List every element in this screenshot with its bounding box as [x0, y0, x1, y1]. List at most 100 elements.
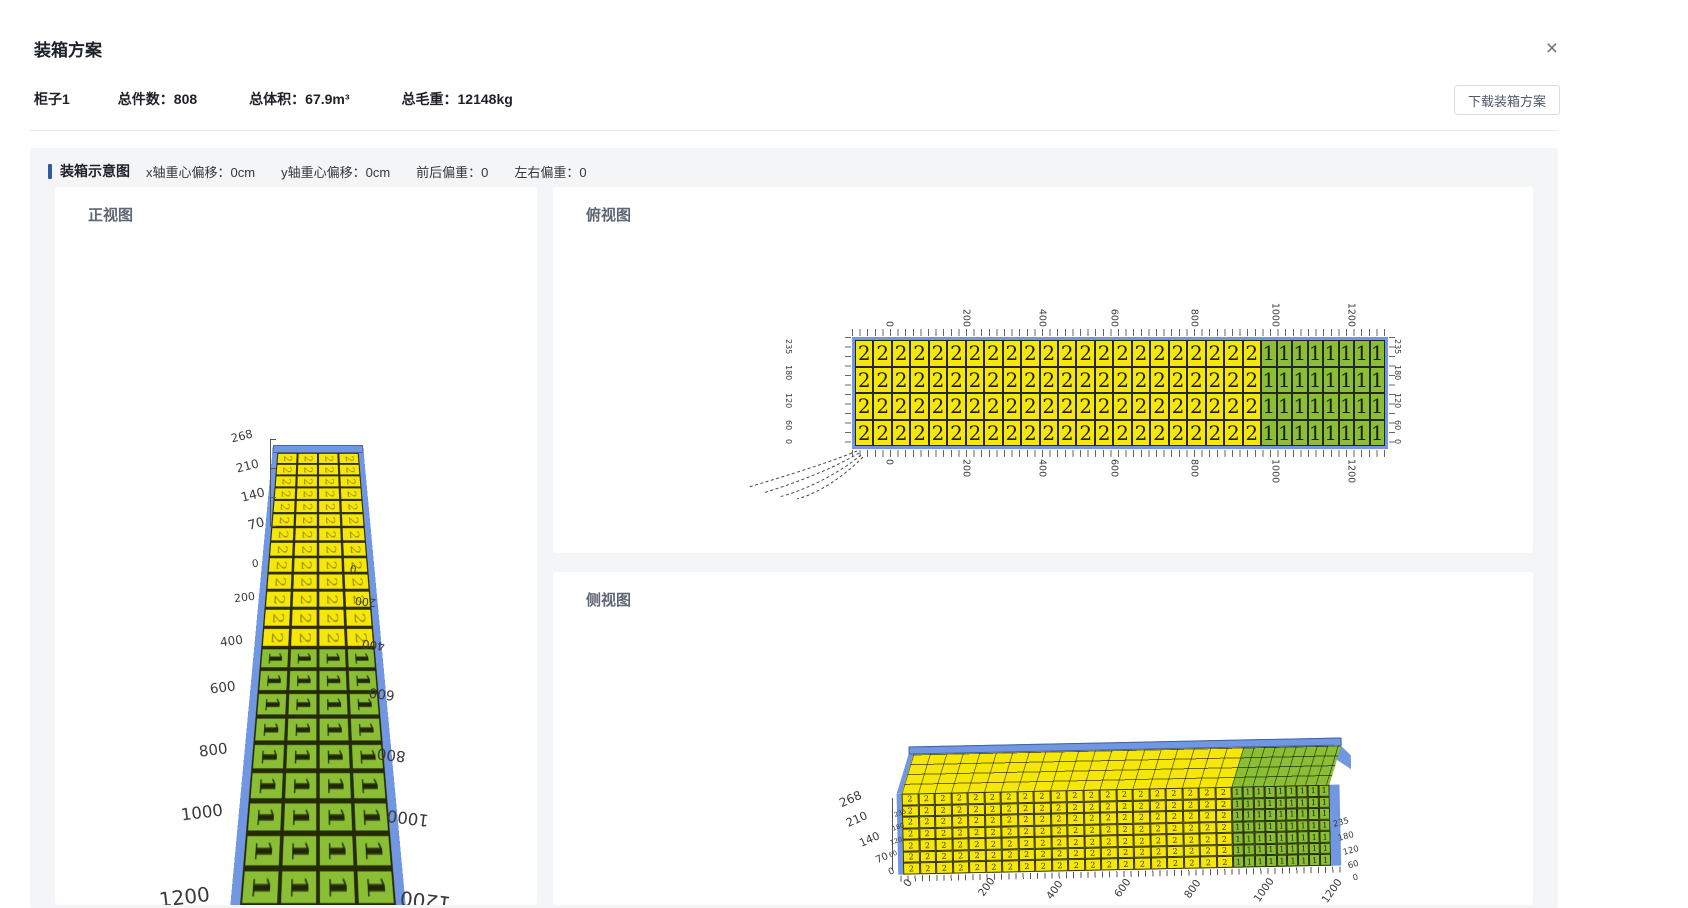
- box-cell: 2: [968, 827, 985, 839]
- box-cell: 2: [969, 850, 986, 862]
- box-cell: 2: [1021, 420, 1039, 447]
- box-cell: 1: [1254, 809, 1265, 821]
- axis-tick-label: 0: [884, 321, 894, 327]
- box-cell: 2: [1199, 833, 1216, 845]
- axis-tick-label: 0: [884, 459, 894, 465]
- box-cell: 1: [258, 669, 289, 692]
- summary-row: 柜子1 总件数：808 总体积：67.9m³ 总毛重：12148kg: [34, 89, 565, 109]
- box-cell: 2: [338, 453, 359, 464]
- axis-tick-label: 0: [784, 439, 792, 444]
- axis-tick-label: 600: [368, 684, 395, 701]
- box-cell: 2: [1040, 367, 1058, 394]
- axis-tick-label: 200: [354, 595, 376, 608]
- box-cell: 2: [290, 608, 318, 627]
- box-cell: 1: [1275, 797, 1286, 809]
- box-cell: 2: [1113, 420, 1131, 447]
- box-cell: 2: [1117, 812, 1134, 824]
- download-plan-button[interactable]: 下载装箱方案: [1454, 85, 1560, 115]
- box-cell: 1: [1261, 393, 1277, 420]
- box-cell: 1: [1243, 821, 1254, 833]
- box-cell: 1: [279, 868, 318, 905]
- axis-tick-label: 400: [361, 638, 385, 653]
- box-cell: 2: [1183, 845, 1200, 857]
- box-cell: 2: [318, 487, 340, 500]
- box-cell: 2: [318, 627, 346, 647]
- box-cell: 2: [1001, 826, 1018, 838]
- box-cell: 1: [1309, 843, 1320, 855]
- box-cell: 2: [1187, 420, 1205, 447]
- axis-tick-label: 200: [233, 591, 255, 604]
- axis-tick-label: 1200: [1346, 303, 1356, 327]
- box-cell: 2: [929, 393, 947, 420]
- axis-tick-label: 0: [251, 559, 259, 570]
- box-cell: 2: [1150, 834, 1167, 846]
- box-cell: 2: [873, 340, 891, 367]
- box-cell: 2: [318, 513, 341, 527]
- axis-tick-label: 60: [784, 420, 792, 430]
- box-cell: 2: [1166, 834, 1183, 846]
- box-cell: 1: [251, 743, 286, 771]
- box-cell: 2: [920, 862, 937, 874]
- box-cell: 2: [339, 475, 361, 487]
- axis-tick-label: 0: [1352, 873, 1359, 883]
- axis-tick-label: 268: [230, 429, 254, 445]
- container-side: 2222222222222222222222222222222222222222…: [896, 737, 1355, 887]
- box-cell: 1: [349, 717, 382, 743]
- axis-tick-label: 800: [376, 745, 406, 763]
- box-cell: 2: [1068, 848, 1085, 860]
- axis-tick-label: 800: [198, 741, 228, 759]
- box-cell: 1: [1286, 785, 1297, 797]
- box-cell: 1: [288, 669, 318, 692]
- box-cell: 2: [1187, 340, 1205, 367]
- box-cell: 2: [1167, 857, 1184, 869]
- box-cell: 1: [1370, 340, 1386, 367]
- box-cell: 1: [1323, 420, 1339, 447]
- box-cell: 2: [892, 367, 910, 394]
- box-cell: 1: [1232, 798, 1243, 810]
- box-cell: 2: [984, 367, 1002, 394]
- box-cell: 1: [1319, 785, 1330, 797]
- box-cell: 1: [1276, 843, 1287, 855]
- axis-tick-label: 800: [1189, 309, 1199, 327]
- box-cell: 2: [873, 393, 891, 420]
- box-cell: 2: [1215, 798, 1232, 810]
- box-cell: 1: [1286, 809, 1297, 821]
- axis-tick-label: 140: [858, 830, 882, 849]
- box-cell: 1: [1309, 854, 1320, 866]
- box-cell: 2: [1243, 340, 1261, 367]
- box-cell: 2: [1035, 848, 1052, 860]
- box-cell: 2: [855, 420, 873, 447]
- close-icon[interactable]: ×: [1546, 38, 1558, 59]
- box-cell: 1: [1276, 855, 1287, 867]
- box-cell: 1: [1277, 367, 1293, 394]
- box-cell: 2: [318, 464, 339, 475]
- box-cell: 2: [318, 573, 344, 590]
- axis-tick-label: 1200: [399, 888, 452, 905]
- box-cell: 1: [1276, 820, 1287, 832]
- axis-tick-label: 268: [838, 789, 864, 809]
- box-cell: 2: [1132, 367, 1150, 394]
- box-cell: 2: [968, 815, 985, 827]
- box-cell: 2: [966, 367, 984, 394]
- axis-tick-label: 600: [1109, 459, 1119, 477]
- box-cell: 2: [1199, 822, 1216, 834]
- box-cell: 2: [1100, 824, 1117, 836]
- box-cell: 1: [283, 771, 318, 801]
- box-cell: 2: [1003, 393, 1021, 420]
- axis-tick-label: 180: [784, 365, 792, 380]
- box-cell: 2: [1095, 393, 1113, 420]
- box-cell: 1: [287, 692, 318, 716]
- box-cell: 2: [892, 393, 910, 420]
- box-cell: 1: [285, 743, 318, 771]
- box-cell: 1: [1275, 786, 1286, 798]
- axis-tick-label: 120: [1393, 393, 1401, 408]
- box-cell: 1: [1292, 340, 1308, 367]
- total-volume: 总体积：67.9m³: [249, 89, 349, 109]
- box-cell: 2: [1132, 420, 1150, 447]
- top-view-panel: 俯视图 222222222222222222222222222222222222…: [553, 187, 1533, 553]
- axis-tick-label: 1200: [158, 884, 211, 905]
- box-cell: 2: [1187, 367, 1205, 394]
- box-cell: 2: [1167, 846, 1184, 858]
- box-cell: 2: [910, 393, 928, 420]
- box-cell: 2: [1003, 367, 1021, 394]
